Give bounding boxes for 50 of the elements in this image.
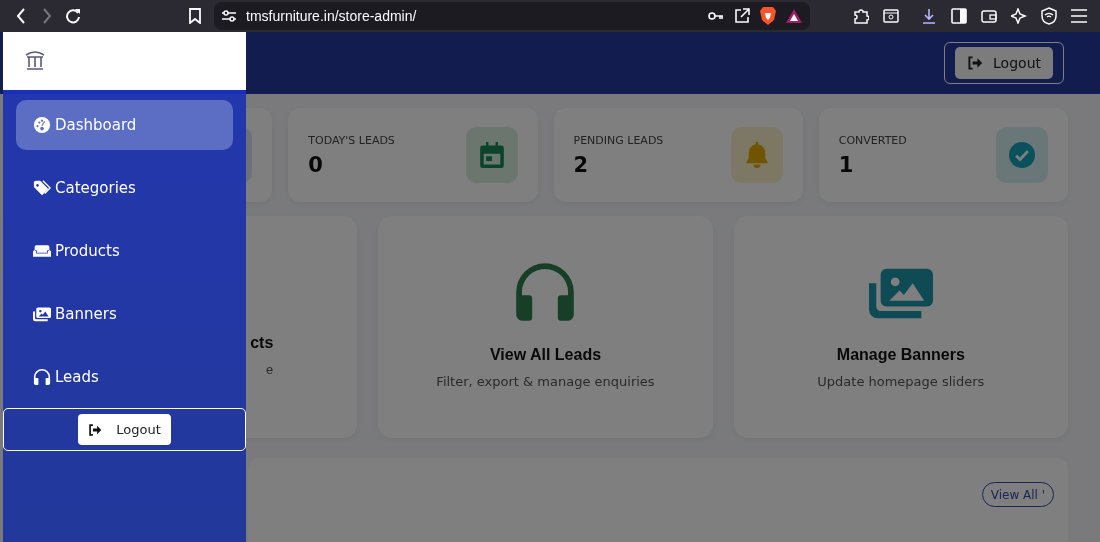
stat-value: 0 [308,152,324,177]
triangle-icon[interactable] [786,9,802,23]
action-card[interactable]: View All Leads Filter, export & manage enquiries [378,216,713,438]
site-settings-icon[interactable] [222,10,236,22]
logout-button[interactable]: Logout [955,47,1053,79]
images-icon [33,305,51,323]
lion-shield-icon[interactable] [760,7,776,25]
forward-icon[interactable] [42,8,52,24]
menu-icon[interactable] [1071,9,1087,23]
tag-icon [33,179,51,197]
gauge-icon [33,116,51,134]
shield-icon[interactable] [1041,7,1057,25]
sidebar-icon[interactable] [951,8,967,24]
logout-icon [967,55,984,71]
couch-icon [33,242,51,260]
action-card[interactable]: Manage Banners Update homepage sliders [733,216,1068,438]
stat-label: TODAY'S LEADS [308,133,395,147]
bookmark-icon[interactable] [189,8,201,24]
logo-icon [23,49,47,73]
sidebar-item[interactable]: Banners [16,289,233,339]
stat-label: CONVERTED [838,133,907,147]
logout-button[interactable]: Logout [78,414,171,445]
puzzle-icon[interactable] [853,8,869,24]
sidebar-item[interactable]: Dashboard [16,100,233,150]
address-bar[interactable]: tmsfurniture.in/store-admin/ [214,2,810,30]
sparkle-icon[interactable] [1011,8,1027,24]
share-icon[interactable] [734,8,750,24]
logout-icon [88,422,103,437]
card-title: View All Leads [489,346,602,364]
bell-icon [743,142,770,168]
stat-label: PENDING LEADS [573,133,664,147]
stat-value: 2 [573,152,590,177]
card-title: cts [250,334,274,352]
card-title: Manage Banners [836,346,965,364]
sidebar-item[interactable]: Categories [16,163,233,213]
check-circle-icon [1009,142,1035,168]
back-icon[interactable] [16,8,26,24]
download-icon[interactable] [921,8,937,24]
card-subtitle: Update homepage sliders [817,374,985,389]
key-icon[interactable] [708,11,724,21]
sidebar-item[interactable]: Products [16,226,233,276]
sidebar-item[interactable]: Leads [16,352,233,402]
stat-value: 1 [838,152,855,177]
wallet-icon[interactable] [981,9,997,23]
card-subtitle: Filter, export & manage enquiries [436,374,655,389]
screenshot-icon[interactable] [883,9,899,23]
headphones-icon [33,368,51,386]
reload-icon[interactable] [65,8,81,24]
card-subtitle: e [266,362,274,377]
calendar-icon [478,142,505,168]
